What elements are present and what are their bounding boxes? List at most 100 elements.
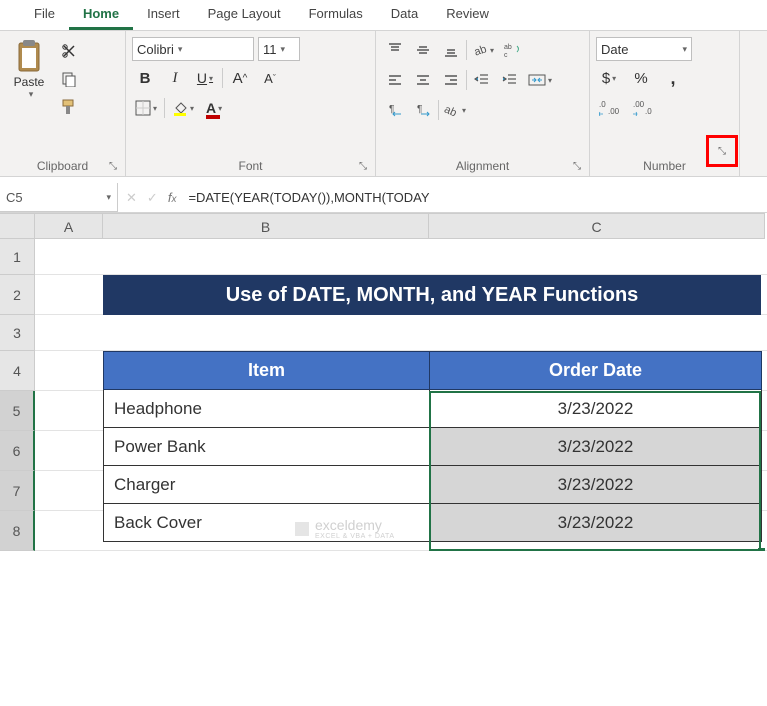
- decrease-indent-button[interactable]: [469, 67, 495, 93]
- cell-item[interactable]: Back Cover: [104, 504, 430, 542]
- align-center-icon: [415, 72, 431, 88]
- fill-handle[interactable]: [758, 548, 765, 551]
- chevron-down-icon: ▾: [209, 74, 213, 83]
- group-number: Date▾ $▾ % , .0.00 .00.0 Number ⤡: [590, 31, 740, 176]
- column-headers: ABC: [35, 213, 765, 239]
- formula-input[interactable]: =DATE(YEAR(TODAY()),MONTH(TODAY: [184, 183, 767, 212]
- tab-data[interactable]: Data: [377, 0, 432, 30]
- tab-insert[interactable]: Insert: [133, 0, 194, 30]
- align-right-button[interactable]: [438, 67, 464, 93]
- align-bottom-button[interactable]: [438, 37, 464, 63]
- header-item[interactable]: Item: [104, 352, 430, 390]
- cell-date[interactable]: 3/23/2022: [430, 390, 762, 428]
- fx-button[interactable]: fx: [168, 190, 177, 205]
- fill-color-button[interactable]: ▾: [169, 95, 197, 121]
- dialog-launcher-icon[interactable]: ⤡: [359, 161, 367, 172]
- comma-button[interactable]: ,: [660, 65, 686, 91]
- row-header-6[interactable]: 6: [0, 431, 35, 471]
- number-format-dropdown[interactable]: Date▾: [596, 37, 692, 61]
- chevron-down-icon: ▾: [612, 74, 616, 83]
- number-dialog-launcher[interactable]: ⤡: [718, 146, 726, 157]
- cell-date[interactable]: 3/23/2022: [430, 428, 762, 466]
- tab-review[interactable]: Review: [432, 0, 503, 30]
- scissors-icon: [61, 43, 77, 59]
- row-header-4[interactable]: 4: [0, 351, 35, 391]
- col-header-A[interactable]: A: [35, 213, 103, 239]
- svg-text:c: c: [504, 52, 508, 58]
- cell-date[interactable]: 3/23/2022: [430, 504, 762, 542]
- increase-indent-button[interactable]: [497, 67, 523, 93]
- cell-item[interactable]: Power Bank: [104, 428, 430, 466]
- clipboard-icon: [14, 39, 44, 73]
- row-header-7[interactable]: 7: [0, 471, 35, 511]
- dialog-launcher-icon[interactable]: ⤡: [109, 161, 117, 172]
- cancel-formula-button[interactable]: ✕: [126, 190, 137, 206]
- row-header-5[interactable]: 5: [0, 391, 35, 431]
- tab-page-layout[interactable]: Page Layout: [194, 0, 295, 30]
- bold-button[interactable]: B: [132, 65, 158, 91]
- increase-font-button[interactable]: A^: [227, 65, 253, 91]
- cell-date[interactable]: 3/23/2022: [430, 466, 762, 504]
- increase-decimal-button[interactable]: .0.00: [596, 95, 624, 121]
- title-cell[interactable]: Use of DATE, MONTH, and YEAR Functions: [103, 275, 761, 315]
- align-middle-icon: [415, 42, 431, 58]
- copy-icon: [61, 71, 77, 87]
- cell-item[interactable]: Charger: [104, 466, 430, 504]
- outdent-icon: [474, 72, 490, 88]
- copy-button[interactable]: [56, 67, 82, 91]
- rtl-button[interactable]: ¶: [382, 97, 408, 123]
- paste-button[interactable]: Paste ▾: [6, 35, 52, 100]
- row-headers: 12345678: [0, 239, 35, 551]
- italic-button[interactable]: I: [162, 65, 188, 91]
- sheet-area[interactable]: Use of DATE, MONTH, and YEAR Functions It…: [35, 239, 767, 551]
- name-box[interactable]: C5▾: [0, 183, 118, 212]
- underline-button[interactable]: U▾: [192, 65, 218, 91]
- ltr-button[interactable]: ¶: [410, 97, 436, 123]
- dialog-launcher-icon[interactable]: ⤡: [573, 161, 581, 172]
- orientation-icon: ab: [472, 42, 488, 58]
- percent-button[interactable]: %: [628, 65, 654, 91]
- wrap-text-button[interactable]: abc: [499, 37, 525, 63]
- align-left-button[interactable]: [382, 67, 408, 93]
- svg-text:.00: .00: [633, 100, 645, 109]
- row-header-3[interactable]: 3: [0, 315, 35, 351]
- decrease-font-button[interactable]: Aˇ: [257, 65, 283, 91]
- merge-button[interactable]: ▾: [525, 67, 555, 93]
- chevron-down-icon: ▾: [153, 104, 157, 113]
- merge-icon: [528, 72, 546, 88]
- tab-file[interactable]: File: [20, 0, 69, 30]
- svg-text:¶: ¶: [417, 104, 422, 115]
- align-top-button[interactable]: [382, 37, 408, 63]
- row-header-1[interactable]: 1: [0, 239, 35, 275]
- col-header-B[interactable]: B: [103, 213, 429, 239]
- decrease-decimal-button[interactable]: .00.0: [630, 95, 658, 121]
- orientation-alt-button[interactable]: ab▾: [441, 97, 469, 123]
- row-header-8[interactable]: 8: [0, 511, 35, 551]
- borders-button[interactable]: ▾: [132, 95, 160, 121]
- border-icon: [135, 100, 151, 116]
- align-center-button[interactable]: [410, 67, 436, 93]
- row-header-2[interactable]: 2: [0, 275, 35, 315]
- paste-label: Paste: [14, 75, 45, 89]
- rtl-icon: ¶: [387, 102, 403, 118]
- svg-text:ab: ab: [504, 44, 512, 51]
- currency-button[interactable]: $▾: [596, 65, 622, 91]
- format-painter-button[interactable]: [56, 95, 82, 119]
- font-color-button[interactable]: A▾: [201, 95, 227, 121]
- chevron-down-icon: ▾: [190, 104, 194, 113]
- col-header-C[interactable]: C: [429, 213, 765, 239]
- formula-bar: C5▾ ✕ ✓ fx =DATE(YEAR(TODAY()),MONTH(TOD…: [0, 183, 767, 213]
- header-order[interactable]: Order Date: [430, 352, 762, 390]
- font-size-dropdown[interactable]: 11▾: [258, 37, 300, 61]
- align-middle-button[interactable]: [410, 37, 436, 63]
- chevron-down-icon: ▾: [29, 89, 34, 100]
- cell-item[interactable]: Headphone: [104, 390, 430, 428]
- orientation-button[interactable]: ab▾: [469, 37, 497, 63]
- enter-formula-button[interactable]: ✓: [147, 190, 158, 206]
- tab-formulas[interactable]: Formulas: [295, 0, 377, 30]
- font-name-dropdown[interactable]: Colibri▾: [132, 37, 254, 61]
- tab-home[interactable]: Home: [69, 0, 133, 30]
- data-table: ItemOrder DateHeadphone3/23/2022Power Ba…: [103, 351, 762, 542]
- cut-button[interactable]: [56, 39, 82, 63]
- select-all-corner[interactable]: [0, 213, 35, 239]
